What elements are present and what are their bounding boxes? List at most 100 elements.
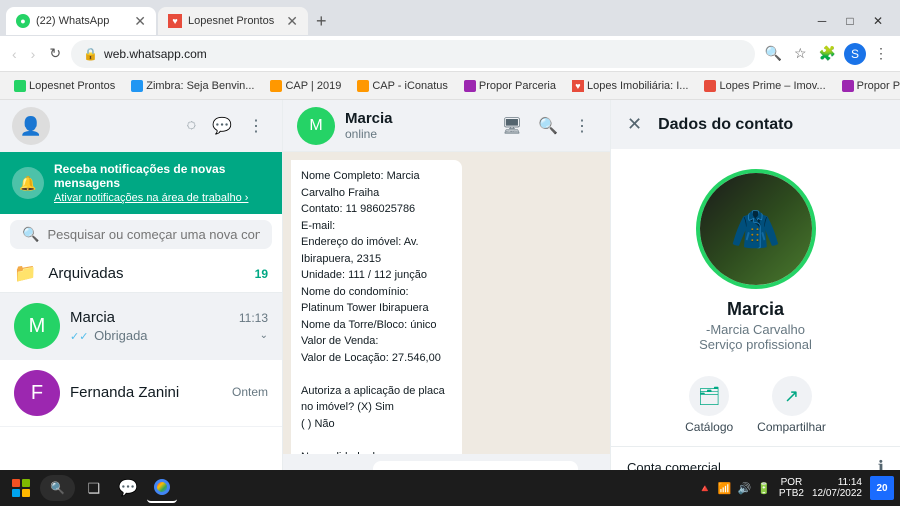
refresh-button[interactable]: ↻ bbox=[45, 43, 65, 64]
new-chat-button[interactable]: 💬 bbox=[206, 110, 238, 142]
taskbar-task-view[interactable]: ❑ bbox=[79, 473, 109, 503]
chat-header: M Marcia online 🖥 🔍 ⋮ bbox=[283, 100, 610, 152]
chat-header-name: Marcia bbox=[345, 110, 486, 127]
bookmark-lopes-prime[interactable]: Lopes Prime – Imov... bbox=[698, 78, 831, 94]
chat-more-button[interactable]: ⋮ bbox=[568, 110, 596, 142]
bookmark-cap2019-label: CAP | 2019 bbox=[285, 80, 341, 92]
chat-avatar-marcia: M bbox=[14, 303, 60, 349]
archive-icon: 📁 bbox=[14, 263, 36, 284]
bookmark-cap-iconatus-label: CAP - iConatus bbox=[372, 80, 448, 92]
volume-icon: 🔊 bbox=[738, 482, 752, 495]
bookmark-star-button[interactable]: ☆ bbox=[790, 43, 811, 64]
chat-time-fernanda: Ontem bbox=[232, 385, 268, 399]
address-text: web.whatsapp.com bbox=[104, 47, 743, 61]
video-call-button[interactable]: 🖥 bbox=[496, 110, 528, 142]
tab-whatsapp-close[interactable]: ✕ bbox=[134, 13, 146, 30]
user-avatar[interactable]: 👤 bbox=[12, 107, 50, 145]
search-input[interactable] bbox=[47, 227, 260, 242]
taskbar-search[interactable]: 🔍 bbox=[40, 475, 75, 501]
clock-time: 11:14 bbox=[838, 477, 862, 488]
bookmark-cap2019[interactable]: CAP | 2019 bbox=[264, 78, 347, 94]
new-tab-button[interactable]: + bbox=[310, 11, 333, 32]
search-chat-button[interactable]: 🔍 bbox=[532, 110, 564, 142]
bookmark-favicon-zimbra bbox=[131, 80, 143, 92]
chat-name-marcia: Marcia bbox=[70, 309, 115, 326]
chat-body: Nome Completo: Marcia Carvalho Fraiha Co… bbox=[283, 152, 610, 454]
bookmark-propor2[interactable]: Propor Parceria bbox=[836, 78, 900, 94]
contact-panel-close[interactable]: ✕ bbox=[627, 114, 642, 135]
bookmark-lopes-imob[interactable]: ♥ Lopes Imobiliária: I... bbox=[566, 78, 695, 94]
more-button[interactable]: ⋮ bbox=[870, 43, 892, 64]
chat-item-marcia[interactable]: M Marcia 11:13 ✓✓ Obrigada ⌄ bbox=[0, 293, 282, 360]
bookmark-lopesnet-label: Lopesnet Prontos bbox=[29, 80, 115, 92]
search-area: 🔍 bbox=[0, 214, 282, 255]
bookmark-lopesnet[interactable]: Lopesnet Prontos bbox=[8, 78, 121, 94]
windows-logo-icon bbox=[12, 479, 30, 497]
share-icon: ↗ bbox=[772, 376, 812, 416]
taskbar-windows-button[interactable] bbox=[6, 473, 36, 503]
notifications-count: 20 bbox=[876, 483, 887, 494]
taskbar-system-icons: 🔺 📶 🔊 🔋 bbox=[698, 482, 771, 495]
chat-avatar-fernanda: F bbox=[14, 370, 60, 416]
contact-action-share[interactable]: ↗ Compartilhar bbox=[757, 376, 826, 434]
search-box[interactable]: 🔍 bbox=[10, 220, 272, 249]
bookmark-propor[interactable]: Propor Parceria bbox=[458, 78, 562, 94]
contact-avatar[interactable]: 🧥 bbox=[696, 169, 816, 289]
tab-lopes-close[interactable]: ✕ bbox=[286, 13, 298, 30]
archived-section[interactable]: 📁 Arquivadas 19 bbox=[0, 255, 282, 293]
tab-lopes[interactable]: ♥ Lopesnet Prontos ✕ bbox=[158, 7, 308, 35]
whatsapp-app: 👤 ◌ 💬 ⋮ 🔔 Receba notificações de novas m… bbox=[0, 100, 900, 506]
chat-name-fernanda: Fernanda Zanini bbox=[70, 384, 179, 401]
taskbar-chat-app[interactable]: 💬 bbox=[113, 473, 143, 503]
bookmark-zimbra[interactable]: Zimbra: Seja Benvin... bbox=[125, 78, 260, 94]
msg-wrapper-received-1: Nome Completo: Marcia Carvalho Fraiha Co… bbox=[291, 160, 602, 454]
user-avatar-placeholder: 👤 bbox=[12, 107, 50, 145]
status-button[interactable]: ◌ bbox=[181, 110, 203, 142]
bookmark-favicon-lopes-prime bbox=[704, 80, 716, 92]
contact-name: Marcia bbox=[727, 299, 784, 320]
extensions-button[interactable]: 🧩 bbox=[815, 43, 840, 64]
archived-count: 19 bbox=[255, 267, 268, 281]
taskbar-chrome[interactable] bbox=[147, 473, 177, 503]
bookmarks-bar: Lopesnet Prontos Zimbra: Seja Benvin... … bbox=[0, 72, 900, 100]
chat-bottom-marcia: ✓✓ Obrigada ⌄ bbox=[70, 328, 268, 343]
share-label: Compartilhar bbox=[757, 420, 826, 434]
tab-whatsapp[interactable]: ● (22) WhatsApp ✕ bbox=[6, 7, 156, 35]
back-button[interactable]: ‹ bbox=[8, 44, 21, 64]
notification-banner[interactable]: 🔔 Receba notificações de novas mensagens… bbox=[0, 152, 282, 214]
bookmark-favicon-cap2019 bbox=[270, 80, 282, 92]
contact-type: Serviço profissional bbox=[699, 337, 812, 352]
chrome-icon bbox=[154, 479, 170, 495]
browser-chrome: ● (22) WhatsApp ✕ ♥ Lopesnet Prontos ✕ +… bbox=[0, 0, 900, 100]
bookmark-propor-label: Propor Parceria bbox=[479, 80, 556, 92]
chat-tick-marcia: ✓✓ bbox=[70, 331, 88, 343]
profile-button[interactable]: S bbox=[844, 43, 866, 65]
bookmark-cap-iconatus[interactable]: CAP - iConatus bbox=[351, 78, 454, 94]
address-bar[interactable]: 🔒 web.whatsapp.com bbox=[71, 40, 754, 68]
chat-app-icon: 💬 bbox=[118, 478, 138, 498]
windows-sq-4 bbox=[22, 489, 30, 497]
whatsapp-favicon: ● bbox=[16, 14, 30, 28]
search-nav-button[interactable]: 🔍 bbox=[761, 43, 786, 64]
nav-icons: 🔍 ☆ 🧩 S ⋮ bbox=[761, 43, 892, 65]
contact-panel-title: Dados do contato bbox=[658, 116, 793, 134]
forward-button[interactable]: › bbox=[27, 44, 40, 64]
notification-subtitle[interactable]: Ativar notificações na área de trabalho … bbox=[54, 192, 270, 204]
minimize-button[interactable]: ─ bbox=[810, 9, 834, 33]
maximize-button[interactable]: □ bbox=[838, 9, 862, 33]
notifications-badge[interactable]: 20 bbox=[870, 476, 894, 500]
taskbar-language: POR PTB2 bbox=[775, 477, 808, 499]
contact-action-catalog[interactable]: 🗂 Catálogo bbox=[685, 376, 733, 434]
close-button[interactable]: ✕ bbox=[866, 9, 890, 33]
lock-icon: 🔒 bbox=[83, 47, 98, 61]
archived-label: Arquivadas bbox=[48, 265, 242, 282]
bookmark-favicon-lopesnet bbox=[14, 80, 26, 92]
network-icon: 🔺 bbox=[698, 482, 712, 495]
chat-item-fernanda[interactable]: F Fernanda Zanini Ontem bbox=[0, 360, 282, 427]
chat-down-marcia: ⌄ bbox=[260, 330, 268, 341]
chat-header-avatar[interactable]: M bbox=[297, 107, 335, 145]
more-options-button[interactable]: ⋮ bbox=[242, 110, 270, 142]
contact-panel: ✕ Dados do contato 🧥 Marcia -Marcia Carv… bbox=[610, 100, 900, 506]
taskbar: 🔍 ❑ 💬 🔺 📶 🔊 🔋 POR PTB2 11:14 12/07/2022 … bbox=[0, 470, 900, 506]
taskbar-clock[interactable]: 11:14 12/07/2022 bbox=[812, 477, 862, 499]
